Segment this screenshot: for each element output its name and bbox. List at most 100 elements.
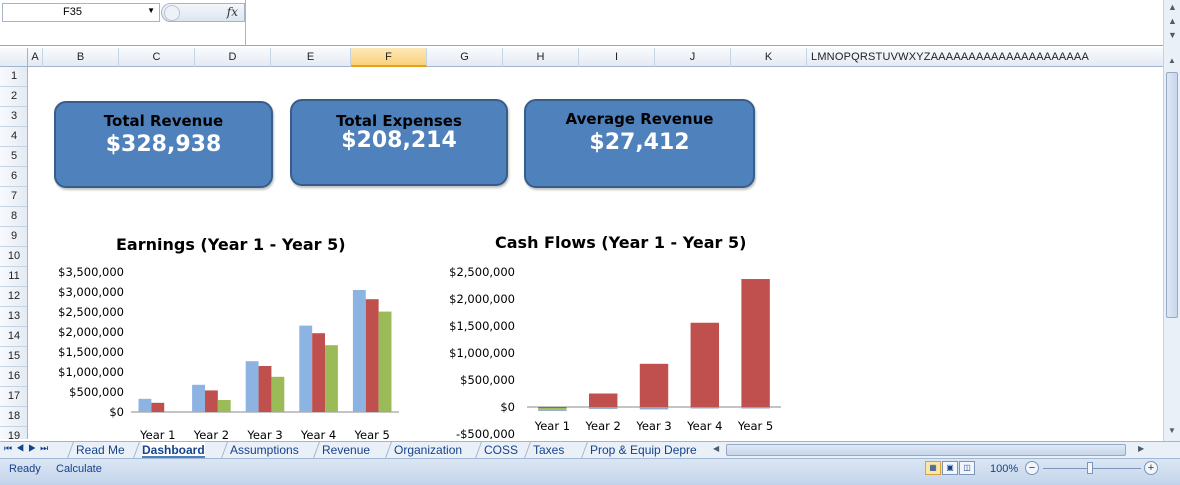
row-header-6[interactable]: 6 — [0, 167, 27, 187]
kpi-average-revenue[interactable]: Average Revenue $27,412 — [524, 99, 755, 188]
bar — [741, 407, 770, 409]
row-header-13[interactable]: 13 — [0, 307, 27, 327]
zoom-slider[interactable]: − + — [1025, 461, 1160, 477]
column-header-a[interactable]: A — [28, 48, 43, 67]
sheet-tab-prop-equip-depre[interactable]: Prop & Equip Depre — [590, 442, 697, 458]
x-tick-label: Year 5 — [354, 428, 390, 439]
normal-view-icon[interactable]: ▦ — [925, 461, 941, 475]
column-header-j[interactable]: J — [655, 48, 731, 67]
bar — [365, 299, 379, 412]
zoom-in-icon[interactable]: + — [1144, 461, 1158, 475]
bar — [639, 363, 669, 407]
chevron-down-icon[interactable]: ▼ — [1168, 30, 1177, 40]
row-header-5[interactable]: 5 — [0, 147, 27, 167]
bar — [588, 393, 618, 407]
scroll-up-icon[interactable]: ▲ — [1168, 56, 1176, 65]
row-header-2[interactable]: 2 — [0, 87, 27, 107]
column-header-i[interactable]: I — [579, 48, 655, 67]
zoom-knob[interactable] — [1087, 462, 1093, 474]
bar — [299, 325, 313, 412]
row-header-4[interactable]: 4 — [0, 127, 27, 147]
row-header-3[interactable]: 3 — [0, 107, 27, 127]
kpi-label: Average Revenue — [565, 110, 714, 128]
page-break-view-icon[interactable]: ◫ — [959, 461, 975, 475]
bar — [204, 390, 218, 412]
kpi-total-expenses[interactable]: Total Expenses $208,214 — [290, 99, 508, 186]
row-header-16[interactable]: 16 — [0, 367, 27, 387]
bar — [271, 376, 285, 412]
scroll-thumb[interactable] — [1166, 72, 1178, 318]
x-tick-label: Year 3 — [635, 419, 671, 433]
row-header-17[interactable]: 17 — [0, 387, 27, 407]
bar — [588, 407, 618, 409]
bar — [639, 407, 669, 410]
row-header-7[interactable]: 7 — [0, 187, 27, 207]
worksheet[interactable]: Total Revenue $328,938 Total Expenses $2… — [29, 67, 1163, 439]
sheet-tab-coss[interactable]: COSS — [484, 442, 518, 458]
sheet-tab-assumptions[interactable]: Assumptions — [230, 442, 299, 458]
scroll-down-icon[interactable]: ▼ — [1168, 426, 1176, 435]
page-layout-view-icon[interactable]: ▣ — [942, 461, 958, 475]
tab-navigation-icon[interactable]: ⏮◀▶⏭ — [4, 443, 52, 454]
sheet-tab-dashboard[interactable]: Dashboard — [142, 442, 205, 458]
row-header-10[interactable]: 10 — [0, 247, 27, 267]
column-header-b[interactable]: B — [43, 48, 119, 67]
column-header-f[interactable]: F — [351, 48, 427, 67]
kpi-value: $208,214 — [341, 128, 457, 153]
status-calculate[interactable]: Calculate — [56, 463, 102, 475]
chevron-up-icon[interactable]: ▲ — [1168, 2, 1177, 12]
row-header-8[interactable]: 8 — [0, 207, 27, 227]
kpi-value: $27,412 — [589, 130, 690, 155]
row-header-15[interactable]: 15 — [0, 347, 27, 367]
bar — [245, 361, 259, 412]
insert-function-button[interactable]: fx — [227, 5, 238, 19]
row-header-11[interactable]: 11 — [0, 267, 27, 287]
y-tick-label: $1,500,000 — [58, 345, 124, 359]
y-tick-label: $2,500,000 — [58, 305, 124, 319]
column-header-e[interactable]: E — [271, 48, 351, 67]
row-header-14[interactable]: 14 — [0, 327, 27, 347]
y-tick-label: $3,500,000 — [58, 265, 124, 279]
sheet-tab-revenue[interactable]: Revenue — [322, 442, 370, 458]
sheet-tab-organization[interactable]: Organization — [394, 442, 462, 458]
sheet-tab-taxes[interactable]: Taxes — [533, 442, 564, 458]
zoom-level[interactable]: 100% — [990, 463, 1018, 475]
sheet-tab-read-me[interactable]: Read Me — [76, 442, 125, 458]
row-header-9[interactable]: 9 — [0, 227, 27, 247]
horizontal-scrollbar[interactable]: ◀ ▶ — [710, 443, 1160, 457]
y-tick-label: $0 — [109, 405, 124, 419]
earnings-chart[interactable]: $0 $500,000 $1,000,000 $1,500,000 $2,000,000… — [29, 257, 429, 439]
scroll-thumb[interactable] — [726, 444, 1126, 456]
bar — [138, 398, 152, 412]
scroll-right-icon[interactable]: ▶ — [1138, 444, 1144, 453]
formula-input[interactable] — [250, 4, 1150, 22]
row-header-1[interactable]: 1 — [0, 67, 27, 87]
column-header-d[interactable]: D — [195, 48, 271, 67]
chevron-down-icon[interactable]: ▼ — [147, 6, 155, 15]
vertical-scrollbar[interactable]: ▲ ▼ — [1163, 46, 1180, 441]
column-headers: LMNOPQRSTUVWXYZAAAAAAAAAAAAAAAAAAAAA ABC… — [0, 48, 1163, 67]
row-header-12[interactable]: 12 — [0, 287, 27, 307]
column-header-c[interactable]: C — [119, 48, 195, 67]
expand-circle-icon[interactable] — [164, 5, 180, 21]
tab-separator — [313, 442, 320, 458]
zoom-out-icon[interactable]: − — [1025, 461, 1039, 475]
chevron-up-icon[interactable]: ▲ — [1168, 16, 1177, 26]
narrow-column-headers[interactable]: LMNOPQRSTUVWXYZAAAAAAAAAAAAAAAAAAAAA — [811, 51, 1163, 63]
scroll-left-icon[interactable]: ◀ — [713, 444, 719, 453]
row-header-19[interactable]: 19 — [0, 427, 27, 439]
cashflow-chart[interactable]: -$500,000 $0 $500,000 $1,000,000 $1,500,000 $… — [429, 257, 829, 439]
cashflow-chart-title: Cash Flows (Year 1 - Year 5) — [495, 233, 747, 252]
tab-separator — [475, 442, 482, 458]
x-tick-label: Year 3 — [246, 428, 282, 439]
name-box[interactable]: F35 ▼ — [2, 3, 160, 22]
column-header-k[interactable]: K — [731, 48, 807, 67]
column-header-h[interactable]: H — [503, 48, 579, 67]
x-tick-label: Year 2 — [193, 428, 229, 439]
row-header-18[interactable]: 18 — [0, 407, 27, 427]
column-header-g[interactable]: G — [427, 48, 503, 67]
formula-bar-scroll[interactable]: ▲ ▲ ▼ — [1163, 0, 1180, 46]
kpi-total-revenue[interactable]: Total Revenue $328,938 — [54, 101, 273, 188]
bar — [378, 311, 392, 412]
select-all-corner[interactable] — [0, 48, 28, 67]
